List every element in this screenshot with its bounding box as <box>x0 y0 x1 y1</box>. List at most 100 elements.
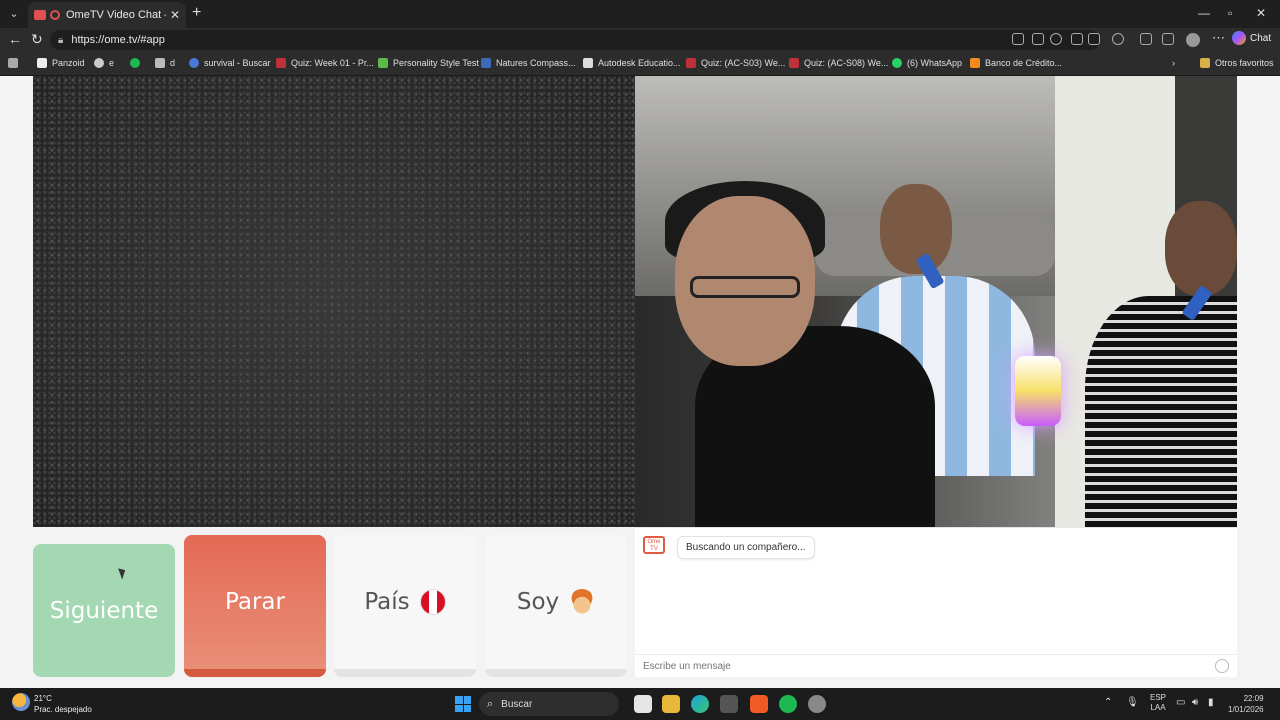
language-bottom: LAA <box>1150 703 1166 712</box>
close-tab-icon[interactable]: ✕ <box>170 8 180 22</box>
taskbar-search[interactable]: ⌕ Buscar <box>479 692 619 716</box>
profile-avatar[interactable] <box>1186 33 1200 47</box>
bookmark-label: d <box>170 58 176 68</box>
weather-widget[interactable]: 21°C Prac. despejado <box>34 693 92 715</box>
bookmark-label: Autodesk Educatio... <box>598 58 681 68</box>
bookmark-panzoid[interactable]: Panzoid <box>37 58 85 68</box>
tray-overflow-icon[interactable]: ⌃ <box>1104 697 1112 708</box>
bookmark-label: Banco de Crédito... <box>985 58 1063 68</box>
search-icon <box>189 58 199 68</box>
bcp-icon <box>970 58 980 68</box>
start-button[interactable] <box>455 696 471 712</box>
weather-condition: Prac. despejado <box>34 705 92 714</box>
bookmark-survival[interactable]: survival - Buscar <box>189 58 271 68</box>
clock[interactable]: 22:09 1/01/2026 <box>1228 693 1264 715</box>
weather-icon[interactable] <box>12 693 30 711</box>
compass-icon <box>481 58 491 68</box>
new-tab-button[interactable]: + <box>192 4 201 22</box>
app-notification-icon[interactable] <box>808 695 826 713</box>
tab-title: OmeTV Video Chat — Omegle <box>66 9 166 21</box>
copilot-icon <box>1232 31 1246 45</box>
back-button[interactable]: ← <box>8 31 22 47</box>
bookmark-e[interactable]: e <box>94 58 114 68</box>
microphone-icon[interactable]: 🎙︎ <box>1126 697 1139 708</box>
bookmark-quiz-s03[interactable]: Quiz: (AC-S03) We... <box>686 58 785 68</box>
bookmark-quiz-s08[interactable]: Quiz: (AC-S08) We... <box>789 58 888 68</box>
extension-icon[interactable] <box>1050 33 1062 45</box>
battery-icon[interactable]: ▮ <box>1208 697 1214 708</box>
apps-icon[interactable] <box>1012 33 1024 45</box>
translate-icon[interactable] <box>1032 33 1044 45</box>
country-button[interactable]: País <box>334 535 476 677</box>
favorites-icon[interactable] <box>1162 33 1174 45</box>
bookmark-label: survival - Buscar <box>204 58 271 68</box>
edge-icon[interactable] <box>691 695 709 713</box>
stop-button[interactable]: Parar <box>184 535 326 677</box>
mail-icon <box>155 58 165 68</box>
site-favicon-icon <box>34 10 46 20</box>
bookmark-label: Personality Style Test <box>393 58 479 68</box>
recording-icon <box>50 10 60 20</box>
gender-button[interactable]: Soy <box>485 535 627 677</box>
ometv-logo-icon: Ome TV <box>643 536 665 554</box>
test-icon <box>378 58 388 68</box>
ometv-app: Siguiente Parar País Soy Ome TV Buscando … <box>0 76 1280 688</box>
task-view-icon[interactable] <box>634 695 652 713</box>
utp-icon <box>276 58 286 68</box>
rgb-lamp <box>1015 356 1061 426</box>
folder-icon <box>1200 58 1210 68</box>
bookmark-label: e <box>109 58 115 68</box>
logo-text-bottom: TV <box>650 546 658 552</box>
bookmark-autodesk[interactable]: Autodesk Educatio... <box>583 58 681 68</box>
more-menu-icon[interactable]: ⋯ <box>1212 30 1225 46</box>
bookmark-spotify[interactable] <box>130 58 145 68</box>
bookmarks-overflow-icon[interactable]: › <box>1172 58 1175 68</box>
date: 1/01/2026 <box>1228 705 1264 714</box>
tab-actions-menu[interactable]: ⌄ <box>6 6 22 22</box>
other-favorites[interactable]: Otros favoritos <box>1200 58 1274 68</box>
bookmark-natures[interactable]: Natures Compass... <box>481 58 576 68</box>
url-text: https://ome.tv/#app <box>71 34 165 46</box>
refresh-button[interactable]: ↻ <box>31 31 43 48</box>
autodesk-icon <box>583 58 593 68</box>
network-icon[interactable]: ▭ <box>1176 697 1185 708</box>
bookmark-d[interactable]: d <box>155 58 175 68</box>
volume-icon[interactable]: 🔊︎ <box>1192 697 1198 708</box>
file-explorer-icon[interactable] <box>662 695 680 713</box>
app-icon[interactable] <box>720 695 738 713</box>
spotify-icon[interactable] <box>779 695 797 713</box>
utp-icon <box>686 58 696 68</box>
camera-permission-icon[interactable] <box>1088 33 1100 45</box>
copilot-chat-button[interactable]: Chat <box>1232 31 1271 45</box>
bookmark-banco[interactable]: Banco de Crédito... <box>970 58 1062 68</box>
bookmark-quiz-week01[interactable]: Quiz: Week 01 - Pr... <box>276 58 374 68</box>
collections-icon[interactable] <box>8 58 23 68</box>
address-bar[interactable]: 🔒︎ https://ome.tv/#app <box>50 30 1100 50</box>
bookmark-label: Quiz: (AC-S03) We... <box>701 58 786 68</box>
search-icon: ⌕ <box>487 697 494 710</box>
bookmark-personality[interactable]: Personality Style Test <box>378 58 479 68</box>
gender-label: Soy <box>516 589 560 615</box>
self-video <box>635 76 1237 527</box>
next-button[interactable]: Siguiente <box>33 544 175 677</box>
person-3-head <box>1165 201 1237 296</box>
extensions-icon[interactable] <box>1140 33 1152 45</box>
bookmark-whatsapp[interactable]: (6) WhatsApp <box>892 58 962 68</box>
language-indicator[interactable]: ESP LAA <box>1150 693 1166 713</box>
person-3-body <box>1085 296 1237 527</box>
emoji-smile-icon[interactable] <box>1215 659 1229 673</box>
minimize-button[interactable]: — <box>1198 6 1210 20</box>
brave-icon[interactable] <box>750 695 768 713</box>
bookmark-label: Panzoid <box>52 58 85 68</box>
utp-icon <box>789 58 799 68</box>
globe-icon <box>94 58 104 68</box>
close-window-button[interactable]: ✕ <box>1256 6 1266 20</box>
site-info-icon[interactable]: 🔒︎ <box>58 35 63 46</box>
active-tab[interactable]: OmeTV Video Chat — Omegle ✕ <box>28 2 186 28</box>
favorite-star-icon[interactable] <box>1071 33 1083 45</box>
bookmark-label: Natures Compass... <box>496 58 576 68</box>
restore-button[interactable]: ▫ <box>1228 6 1232 20</box>
message-input-area <box>635 654 1237 678</box>
sync-icon[interactable] <box>1112 33 1124 45</box>
message-input[interactable] <box>635 655 1205 677</box>
